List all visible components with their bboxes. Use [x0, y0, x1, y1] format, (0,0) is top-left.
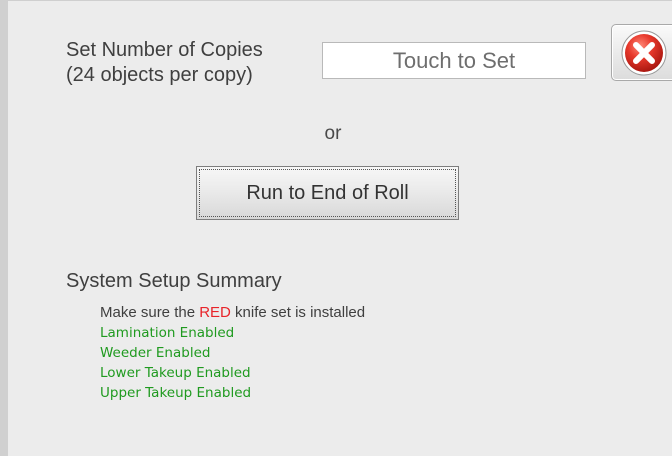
summary-title: System Setup Summary: [66, 270, 282, 292]
knife-notice-suffix: knife set is installed: [230, 304, 366, 321]
status-weeder: Weeder Enabled: [100, 345, 211, 361]
dialog-panel: Set Number of Copies (24 objects per cop…: [0, 0, 672, 456]
knife-notice: Make sure the RED knife set is installed: [100, 303, 365, 323]
status-lower-takeup: Lower Takeup Enabled: [100, 365, 251, 381]
status-upper-takeup: Upper Takeup Enabled: [100, 385, 252, 401]
knife-notice-prefix: Make sure the: [100, 304, 200, 321]
knife-color-highlight: RED: [199, 304, 231, 321]
status-lamination: Lamination Enabled: [100, 325, 235, 341]
close-icon: [621, 30, 667, 75]
copies-input-text: Touch to Set: [392, 47, 516, 73]
or-text: or: [324, 123, 342, 144]
copies-label-line2: (24 objects per copy): [66, 64, 253, 86]
close-button[interactable]: [611, 24, 672, 81]
copies-label: Set Number of Copies (24 objects per cop…: [66, 38, 263, 88]
run-button-label: Run to End of Roll: [246, 181, 409, 204]
summary-body: Make sure the RED knife set is installed…: [100, 303, 365, 403]
run-to-end-of-roll-button[interactable]: Run to End of Roll: [196, 166, 459, 220]
copies-label-line1: Set Number of Copies: [66, 39, 263, 61]
copies-input[interactable]: Touch to Set: [322, 42, 586, 79]
